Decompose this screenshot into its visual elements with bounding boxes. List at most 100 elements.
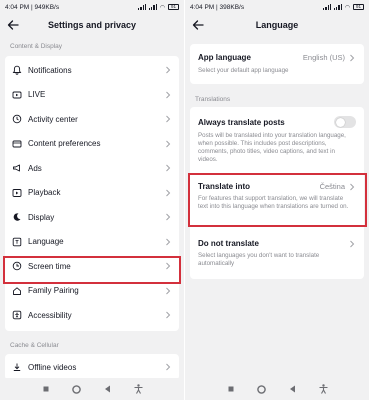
wifi-icon: ◠ <box>344 4 350 11</box>
chevron-right-icon <box>166 363 171 371</box>
home-button[interactable] <box>257 384 267 394</box>
settings-item-label: LIVE <box>28 90 46 99</box>
chevron-right-icon <box>166 189 171 196</box>
translate-into-description: For features that support translation, w… <box>198 195 349 210</box>
battery-icon: 91 <box>353 4 364 10</box>
chevron-right-icon <box>166 287 171 294</box>
recent-apps-button[interactable] <box>41 384 51 394</box>
triangle-left-icon <box>105 385 110 393</box>
settings-item-content-preferences[interactable]: Content preferences <box>5 132 179 156</box>
chevron-right-icon <box>166 311 171 319</box>
signal-icon <box>149 4 157 10</box>
settings-item-label: Ads <box>28 163 42 173</box>
chevron-right-icon <box>166 262 171 270</box>
page-title: Language <box>255 20 299 30</box>
system-nav-bar <box>185 378 369 400</box>
always-translate-title: Always translate posts <box>198 118 285 127</box>
signal-icon <box>323 4 331 10</box>
live-icon <box>12 91 22 98</box>
moon-icon <box>13 213 21 221</box>
settings-item-screen-time[interactable]: Screen time <box>5 254 179 278</box>
app-language-card[interactable]: App language English (US) Select your de… <box>190 44 364 84</box>
language-screen: 4:04 PM | 398KB/s ◠ 91 Language App lang… <box>185 0 369 400</box>
chevron-right-icon <box>166 238 171 245</box>
accessibility-button[interactable] <box>319 384 329 394</box>
chevron-right-icon <box>350 240 355 248</box>
translate-into-title: Translate into <box>198 182 251 191</box>
play-icon <box>12 188 22 197</box>
wifi-icon: ◠ <box>159 4 165 11</box>
chevron-right-icon <box>166 66 171 74</box>
video-icon <box>12 140 22 147</box>
cache-card: Offline videos <box>5 354 179 380</box>
status-bar: 4:04 PM | 949KB/s ◠ 91 <box>0 0 184 14</box>
settings-item-live[interactable]: LIVE <box>5 83 179 107</box>
header: Settings and privacy <box>0 14 184 36</box>
settings-item-label: Notifications <box>28 65 72 75</box>
settings-item-display[interactable]: Display <box>5 205 179 229</box>
settings-item-label: Accessibility <box>28 310 72 320</box>
status-bar: 4:04 PM | 398KB/s ◠ 91 <box>185 0 369 14</box>
settings-item-label: Family Pairing <box>28 286 79 295</box>
page-title: Settings and privacy <box>47 20 137 30</box>
settings-item-language[interactable]: Language <box>5 230 179 254</box>
chevron-right-icon <box>166 213 171 221</box>
chevron-right-icon <box>166 91 171 98</box>
chevron-right-icon <box>166 164 171 172</box>
settings-item-family-pairing[interactable]: Family Pairing <box>5 279 179 303</box>
settings-item-label: Content preferences <box>28 139 101 148</box>
back-button[interactable] <box>288 384 298 394</box>
accessibility-person-icon <box>134 384 143 394</box>
settings-item-notifications[interactable]: Notifications <box>5 58 179 82</box>
triangle-left-icon <box>290 385 295 393</box>
battery-icon: 91 <box>168 4 179 10</box>
do-not-translate-row[interactable]: Do not translate Select languages you do… <box>190 231 364 277</box>
clock-icon <box>12 261 22 271</box>
header: Language <box>185 14 369 36</box>
settings-item-offline-videos[interactable]: Offline videos <box>5 355 179 379</box>
megaphone-icon <box>13 164 20 172</box>
toggle-knob <box>335 117 345 127</box>
back-arrow-icon[interactable] <box>7 19 19 31</box>
section-label-translations: Translations <box>195 96 231 103</box>
system-nav-bar <box>0 378 184 400</box>
settings-item-label: Playback <box>28 188 61 197</box>
accessibility-icon <box>12 310 22 320</box>
settings-item-label: Screen time <box>28 261 71 271</box>
square-icon <box>228 386 233 392</box>
back-arrow-icon[interactable] <box>192 19 204 31</box>
translate-into-row[interactable]: Translate into Čeština For features that… <box>190 173 364 231</box>
settings-item-playback[interactable]: Playback <box>5 181 179 205</box>
settings-item-ads[interactable]: Ads <box>5 156 179 180</box>
back-button[interactable] <box>103 384 113 394</box>
always-translate-toggle[interactable] <box>334 116 356 128</box>
settings-item-accessibility[interactable]: Accessibility <box>5 303 179 327</box>
app-language-title: App language <box>198 53 251 62</box>
settings-item-label: Activity center <box>28 114 78 124</box>
app-language-value: English (US) <box>302 53 345 62</box>
home-icon <box>13 286 21 295</box>
section-label-content-display: Content & Display <box>10 43 63 50</box>
download-icon <box>13 363 21 371</box>
settings-item-label: Language <box>28 237 64 246</box>
home-button[interactable] <box>72 384 82 394</box>
recent-apps-button[interactable] <box>226 384 236 394</box>
app-language-subtitle: Select your default app language <box>198 67 289 74</box>
settings-item-label: Display <box>28 212 55 222</box>
translations-card: Always translate posts Posts will be tra… <box>190 107 364 279</box>
circle-icon <box>72 384 81 394</box>
do-not-translate-description: Select languages you don't want to trans… <box>198 252 320 267</box>
settings-and-privacy-screen: 4:04 PM | 949KB/s ◠ 91 Settings and priv… <box>0 0 184 400</box>
do-not-translate-title: Do not translate <box>198 239 259 248</box>
square-icon <box>43 386 48 392</box>
settings-item-activity-center[interactable]: Activity center <box>5 107 179 131</box>
chevron-right-icon <box>350 54 355 61</box>
accessibility-button[interactable] <box>134 384 144 394</box>
status-time: 4:04 PM | 949KB/s <box>5 3 60 11</box>
signal-icon <box>138 4 146 10</box>
section-label-cache-cellular: Cache & Cellular <box>10 342 59 349</box>
activity-icon <box>12 114 22 124</box>
always-translate-description: Posts will be translated into your trans… <box>198 132 346 163</box>
bell-icon <box>12 65 22 75</box>
settings-card: Notifications LIVE Activity center Conte… <box>5 56 179 331</box>
